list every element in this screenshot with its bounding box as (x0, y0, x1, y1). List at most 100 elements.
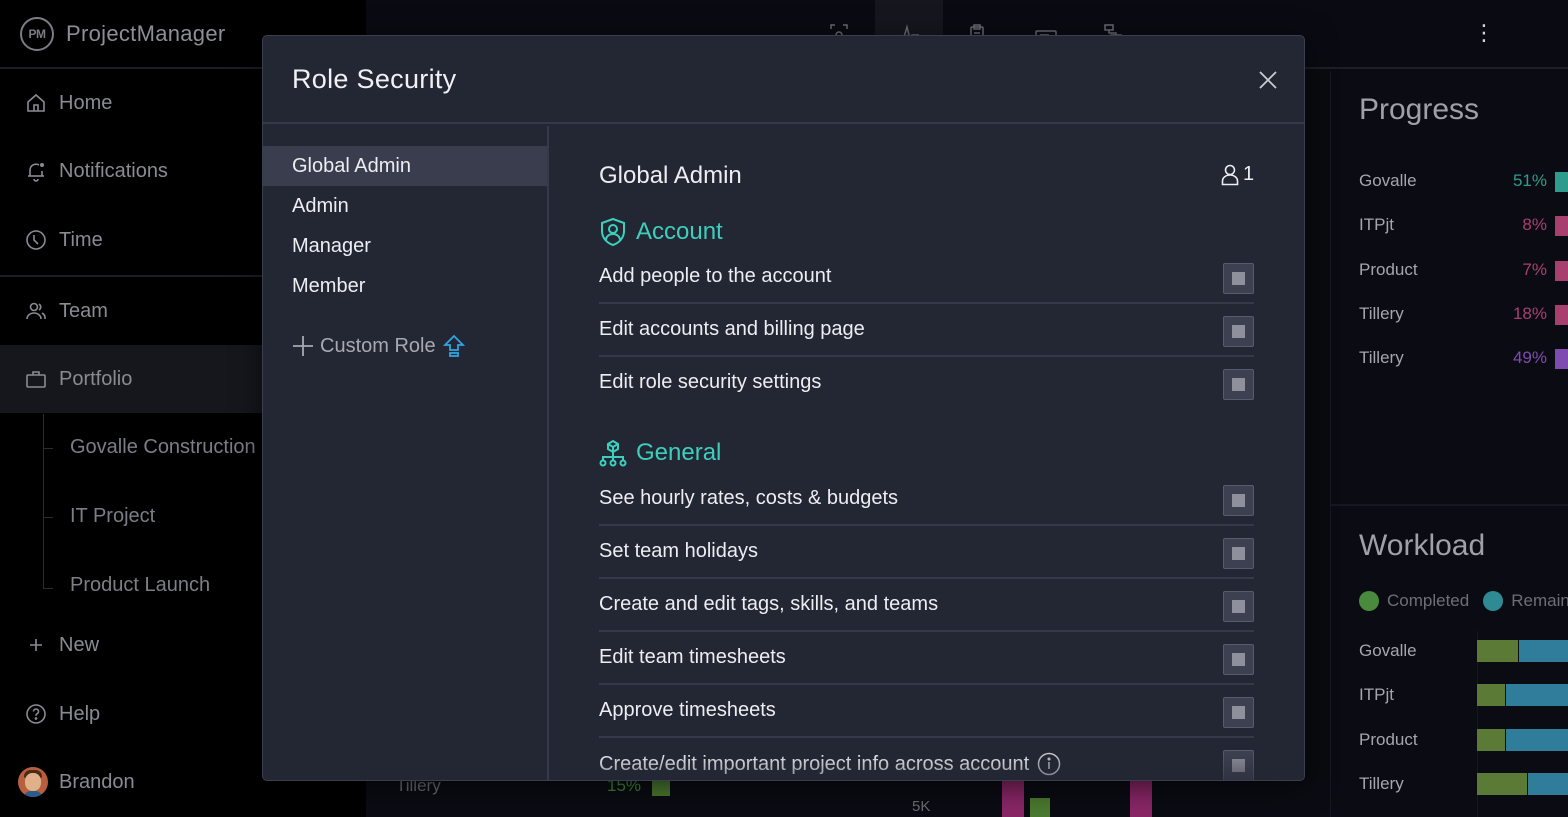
role-security-modal: Role Security Global Admin Admin Manager… (262, 35, 1305, 781)
permission-label: Create/edit important project info acros… (599, 752, 1030, 775)
role-item-member[interactable]: Member (263, 266, 547, 306)
permission-label: Edit role security settings (599, 371, 822, 393)
close-icon (1259, 71, 1277, 89)
progress-percent: 49% (1512, 348, 1547, 367)
sidebar-item-label: Portfolio (59, 367, 133, 390)
dashboard-panel: Progress Govalle 51% ITPjt 8% Product 7%… (1330, 71, 1568, 817)
progress-bar (1555, 261, 1568, 281)
portfolio-project-item[interactable]: Product Launch (70, 574, 210, 597)
permission-checkbox[interactable] (1223, 750, 1254, 780)
progress-bar (1555, 172, 1568, 192)
panel-divider (1331, 504, 1568, 506)
chart-bar (1030, 798, 1050, 817)
progress-project-name: Tillery (1359, 304, 1404, 323)
permission-checkbox[interactable] (1223, 485, 1254, 516)
role-list: Global Admin Admin Manager Member Custom… (263, 126, 549, 780)
permission-label: Edit accounts and billing page (599, 318, 865, 340)
progress-title: Progress (1359, 93, 1480, 126)
sidebar-item-label: Team (59, 299, 108, 322)
permission-checkbox[interactable] (1223, 697, 1254, 728)
briefcase-icon (24, 367, 48, 391)
portfolio-project-item[interactable]: IT Project (70, 505, 155, 528)
permission-label: Add people to the account (599, 265, 832, 287)
kebab-icon[interactable]: ⋮ (1473, 22, 1495, 44)
workload-project-name: Product (1359, 730, 1418, 749)
progress-percent: 18% (1512, 304, 1547, 323)
permission-label: Edit team timesheets (599, 646, 786, 668)
background-chart-strip: Tillery 15% 5K (366, 776, 1330, 817)
permission-row: Create and edit tags, skills, and teams (599, 579, 1254, 632)
shield-user-icon (599, 217, 627, 247)
close-button[interactable] (1258, 70, 1278, 90)
help-icon (24, 702, 48, 726)
sidebar-item-label: Help (59, 702, 101, 725)
bell-icon (24, 159, 48, 183)
workload-project-name: ITPjt (1359, 685, 1394, 704)
permission-checkbox[interactable] (1223, 538, 1254, 569)
workload-row: Product (1359, 729, 1568, 754)
section-title: Account (636, 218, 723, 245)
permission-label-with-info: Create/edit important project info acros… (599, 752, 1061, 776)
permission-row: Edit role security settings (599, 357, 1254, 410)
progress-row: Govalle 51% (1359, 171, 1568, 195)
role-item-manager[interactable]: Manager (263, 226, 547, 266)
progress-project-name: Product (1359, 260, 1418, 279)
progress-row: ITPjt 8% (1359, 215, 1568, 239)
completed-segment (1477, 729, 1506, 751)
completed-segment (1477, 773, 1528, 795)
section-title: General (636, 439, 722, 466)
permission-checkbox[interactable] (1223, 316, 1254, 347)
app-window: PM ProjectManager Home Notifications Tim… (0, 0, 1568, 817)
plus-icon (24, 633, 48, 657)
axis-label: 5K (912, 798, 931, 815)
tree-tick (43, 448, 53, 449)
progress-bar (1555, 216, 1568, 236)
modal-header: Role Security (263, 36, 1304, 124)
plus-icon (293, 336, 313, 356)
workload-row: Govalle (1359, 640, 1568, 665)
progress-project-name: Tillery (1359, 348, 1404, 367)
workload-row: ITPjt (1359, 684, 1568, 709)
role-item-global-admin[interactable]: Global Admin (263, 146, 547, 186)
workload-bar (1477, 729, 1568, 751)
permission-row: See hourly rates, costs & budgets (599, 473, 1254, 526)
role-item-admin[interactable]: Admin (263, 186, 547, 226)
row-bar (652, 780, 670, 796)
progress-row: Tillery 18% (1359, 304, 1568, 328)
permission-checkbox[interactable] (1223, 263, 1254, 294)
section-account: Account (599, 217, 723, 247)
upgrade-icon (442, 334, 465, 357)
brand-logo: PM (20, 16, 54, 51)
progress-row: Product 7% (1359, 260, 1568, 284)
permission-label: Create and edit tags, skills, and teams (599, 593, 939, 615)
permission-row: Edit team timesheets (599, 632, 1254, 685)
permission-row: Approve timesheets (599, 685, 1254, 738)
legend-label: Remaining (1511, 591, 1568, 610)
info-icon[interactable] (1037, 752, 1061, 776)
permission-label: Set team holidays (599, 540, 758, 562)
role-user-count[interactable]: 1 (1221, 163, 1254, 186)
workload-project-name: Tillery (1359, 774, 1404, 793)
permission-row: Add people to the account (599, 251, 1254, 304)
legend-swatch-completed (1359, 591, 1379, 611)
portfolio-project-item[interactable]: Govalle Construction (70, 436, 256, 459)
hierarchy-icon (599, 439, 627, 467)
progress-percent: 8% (1522, 215, 1547, 234)
chart-bar (1002, 780, 1024, 817)
add-custom-role-button[interactable]: Custom Role (292, 334, 465, 358)
permission-row: Create/edit important project info acros… (599, 738, 1254, 780)
progress-percent: 51% (1512, 171, 1547, 190)
permission-checkbox[interactable] (1223, 644, 1254, 675)
workload-bar (1477, 773, 1568, 795)
remaining-segment (1506, 729, 1568, 751)
progress-row: Tillery 49% (1359, 348, 1568, 372)
permission-checkbox[interactable] (1223, 591, 1254, 622)
clock-icon (24, 228, 48, 252)
permission-label: Approve timesheets (599, 699, 776, 721)
permission-checkbox[interactable] (1223, 369, 1254, 400)
workload-legend: Completed Remaining (1359, 591, 1568, 611)
permission-row: Set team holidays (599, 526, 1254, 579)
avatar (18, 767, 48, 797)
legend-swatch-remaining (1483, 591, 1504, 611)
user-icon (1221, 164, 1239, 185)
